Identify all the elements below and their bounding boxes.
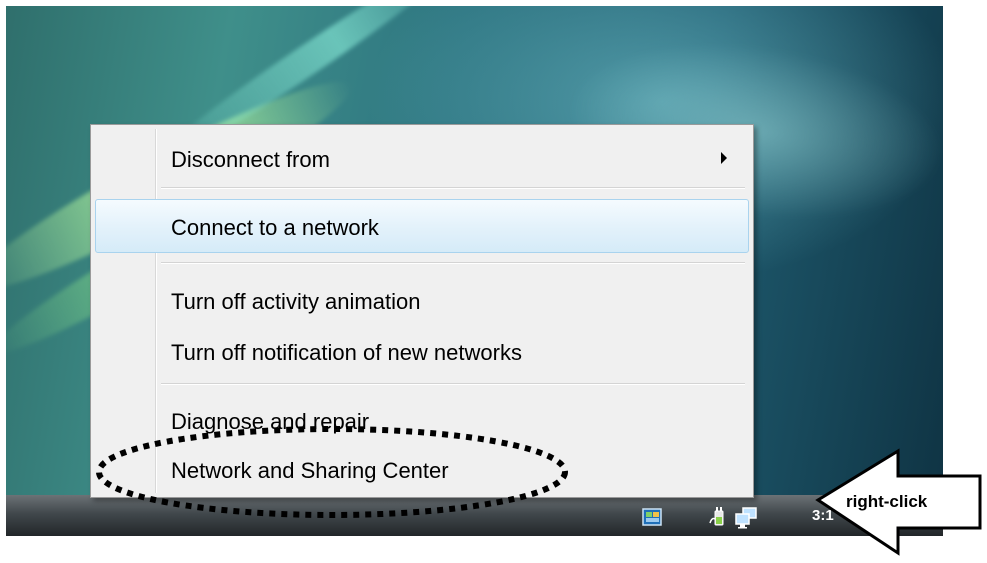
menu-item-label: Network and Sharing Center <box>171 458 449 483</box>
network-context-menu: Disconnect from Connect to a network Tur… <box>90 124 754 498</box>
menu-item-turn-off-notification[interactable]: Turn off notification of new networks <box>95 332 749 370</box>
menu-item-connect-to-network[interactable]: Connect to a network <box>95 199 749 253</box>
taskbar: 3:1 <box>6 495 943 536</box>
menu-separator <box>161 187 745 188</box>
network-icon[interactable] <box>734 507 757 529</box>
menu-separator <box>161 383 745 384</box>
menu-item-label: Turn off notification of new networks <box>171 340 522 365</box>
power-plug-icon[interactable] <box>708 507 730 527</box>
menu-separator <box>161 262 745 263</box>
menu-item-label: Diagnose and repair <box>171 409 370 434</box>
clock[interactable]: 3:1 <box>812 507 834 524</box>
menu-item-label: Connect to a network <box>171 215 379 240</box>
windows-sidebar-icon[interactable] <box>642 507 664 527</box>
menu-item-network-and-sharing-center[interactable]: Network and Sharing Center <box>95 450 749 488</box>
menu-item-disconnect-from[interactable]: Disconnect from <box>95 139 749 177</box>
menu-item-diagnose-and-repair[interactable]: Diagnose and repair <box>95 401 749 439</box>
menu-item-label: Disconnect from <box>171 147 330 172</box>
callout-label: right-click <box>846 492 928 511</box>
submenu-arrow-icon <box>721 152 727 164</box>
menu-item-turn-off-activity-animation[interactable]: Turn off activity animation <box>95 281 749 319</box>
menu-item-label: Turn off activity animation <box>171 289 421 314</box>
